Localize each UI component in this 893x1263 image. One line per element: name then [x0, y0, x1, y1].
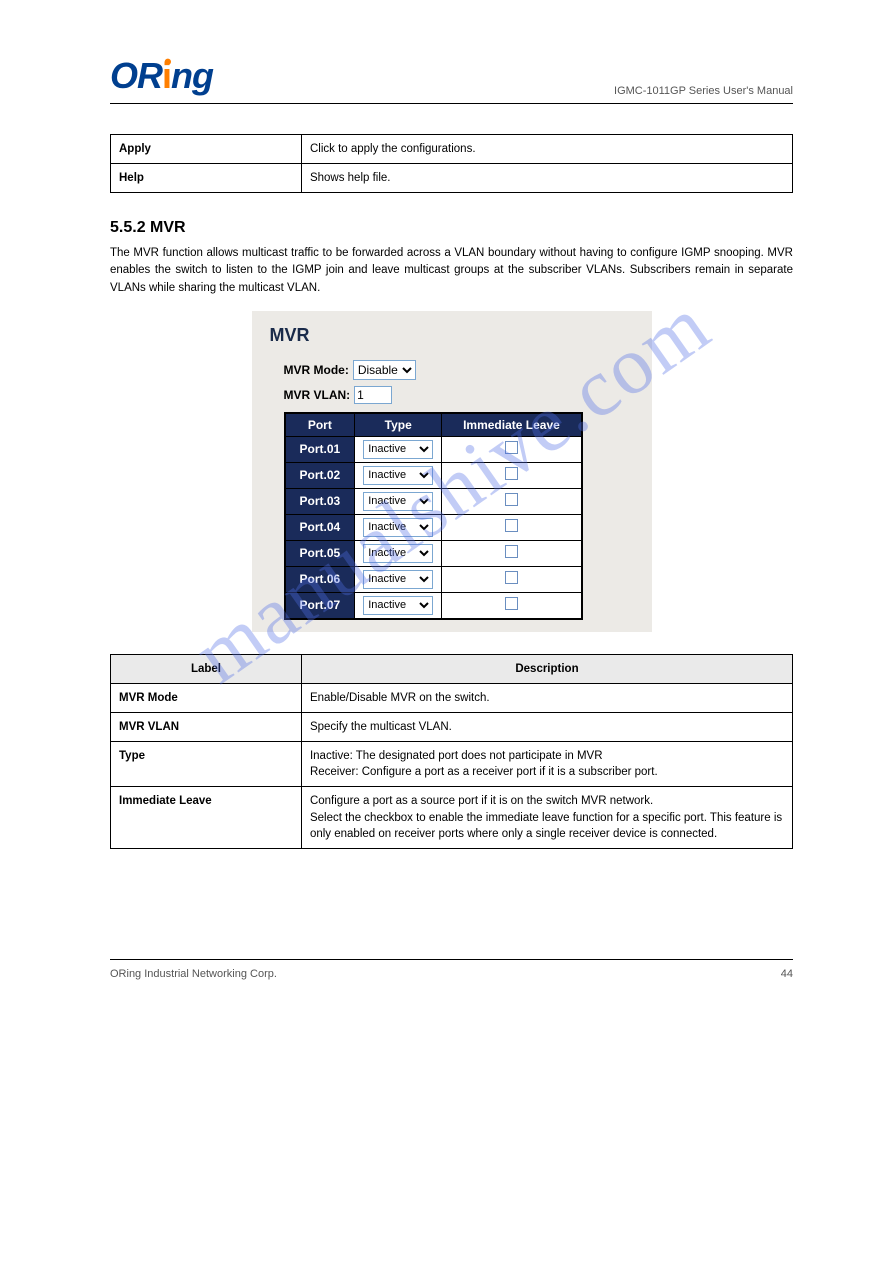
port-type-select[interactable]: Inactive [363, 440, 433, 459]
footer-left: ORing Industrial Networking Corp. [110, 968, 277, 980]
desc-cell: Configure a port as a source port if it … [301, 787, 792, 848]
port-name-cell: Port.02 [285, 462, 355, 488]
desc-cell: Inactive: The designated port does not p… [301, 742, 792, 787]
brand-logo: ORi•ng [110, 55, 213, 97]
immediate-leave-cell [442, 436, 582, 462]
mvr-mode-row: MVR Mode: Disable [284, 360, 634, 380]
immediate-leave-cell [442, 592, 582, 619]
immediate-leave-cell [442, 540, 582, 566]
type-cell: Inactive [355, 592, 442, 619]
label-cell: MVR Mode [111, 684, 302, 713]
logo-part: R [137, 55, 162, 96]
port-name-cell: Port.05 [285, 540, 355, 566]
mvr-description-table: Label Description MVR Mode Enable/Disabl… [110, 654, 793, 849]
label-cell: Help [111, 164, 302, 193]
type-cell: Inactive [355, 514, 442, 540]
port-name-cell: Port.06 [285, 566, 355, 592]
type-cell: Inactive [355, 540, 442, 566]
immediate-leave-checkbox[interactable] [505, 441, 518, 454]
doc-title: IGMC-1011GP Series User's Manual [614, 85, 793, 97]
table-row: MVR VLAN Specify the multicast VLAN. [111, 713, 793, 742]
immediate-leave-checkbox[interactable] [505, 519, 518, 532]
mvr-mode-label: MVR Mode: [284, 363, 349, 377]
immediate-leave-checkbox[interactable] [505, 571, 518, 584]
table-row: Apply Click to apply the configurations. [111, 135, 793, 164]
label-header: Label [111, 654, 302, 683]
mvr-port-row: Port.03 Inactive [285, 488, 582, 514]
label-cell: MVR VLAN [111, 713, 302, 742]
mvr-table-header-row: Port Type Immediate Leave [285, 413, 582, 437]
mvr-panel: MVR MVR Mode: Disable MVR VLAN: Port Typ… [252, 311, 652, 632]
desc-cell: Enable/Disable MVR on the switch. [301, 684, 792, 713]
table-row: MVR Mode Enable/Disable MVR on the switc… [111, 684, 793, 713]
table-header-row: Label Description [111, 654, 793, 683]
label-cell: Immediate Leave [111, 787, 302, 848]
mvr-vlan-label: MVR VLAN: [284, 388, 351, 402]
port-type-select[interactable]: Inactive [363, 596, 433, 615]
mvr-vlan-input[interactable] [354, 386, 392, 404]
label-cell: Type [111, 742, 302, 787]
logo-part: ng [171, 55, 213, 96]
mvr-port-table: Port Type Immediate Leave Port.01 Inactiv… [284, 412, 583, 620]
port-type-select[interactable]: Inactive [363, 492, 433, 511]
mvr-port-row: Port.02 Inactive [285, 462, 582, 488]
footer-page-number: 44 [781, 968, 793, 980]
immediate-leave-cell [442, 566, 582, 592]
apply-help-table: Apply Click to apply the configurations.… [110, 134, 793, 193]
port-name-cell: Port.03 [285, 488, 355, 514]
mvr-port-row: Port.01 Inactive [285, 436, 582, 462]
type-cell: Inactive [355, 488, 442, 514]
immediate-header: Immediate Leave [442, 413, 582, 437]
immediate-leave-cell [442, 462, 582, 488]
section-paragraph: The MVR function allows multicast traffi… [110, 245, 793, 297]
mvr-vlan-row: MVR VLAN: [284, 386, 634, 404]
immediate-leave-checkbox[interactable] [505, 467, 518, 480]
mvr-port-row: Port.05 Inactive [285, 540, 582, 566]
port-type-select[interactable]: Inactive [363, 570, 433, 589]
immediate-leave-cell [442, 488, 582, 514]
port-name-cell: Port.01 [285, 436, 355, 462]
port-type-select[interactable]: Inactive [363, 544, 433, 563]
desc-header: Description [301, 654, 792, 683]
port-name-cell: Port.04 [285, 514, 355, 540]
table-row: Type Inactive: The designated port does … [111, 742, 793, 787]
mvr-panel-title: MVR [270, 325, 634, 346]
desc-cell: Shows help file. [301, 164, 792, 193]
port-name-cell: Port.07 [285, 592, 355, 619]
port-type-select[interactable]: Inactive [363, 466, 433, 485]
mvr-port-row: Port.04 Inactive [285, 514, 582, 540]
section-heading: 5.5.2 MVR [110, 219, 793, 237]
table-row: Immediate Leave Configure a port as a so… [111, 787, 793, 848]
page-footer: ORing Industrial Networking Corp. 44 [110, 959, 793, 980]
label-cell: Apply [111, 135, 302, 164]
mvr-mode-select[interactable]: Disable [353, 360, 416, 380]
page-header: ORi•ng IGMC-1011GP Series User's Manual [110, 55, 793, 104]
immediate-leave-checkbox[interactable] [505, 597, 518, 610]
type-cell: Inactive [355, 566, 442, 592]
screenshot-container: manualshive.com MVR MVR Mode: Disable MV… [110, 311, 793, 632]
immediate-leave-checkbox[interactable] [505, 545, 518, 558]
table-row: Help Shows help file. [111, 164, 793, 193]
desc-cell: Specify the multicast VLAN. [301, 713, 792, 742]
mvr-port-row: Port.07 Inactive [285, 592, 582, 619]
immediate-leave-cell [442, 514, 582, 540]
type-header: Type [355, 413, 442, 437]
logo-accent: i• [162, 55, 171, 96]
type-cell: Inactive [355, 462, 442, 488]
logo-part: O [110, 55, 137, 96]
port-header: Port [285, 413, 355, 437]
type-cell: Inactive [355, 436, 442, 462]
immediate-leave-checkbox[interactable] [505, 493, 518, 506]
port-type-select[interactable]: Inactive [363, 518, 433, 537]
desc-cell: Click to apply the configurations. [301, 135, 792, 164]
mvr-port-row: Port.06 Inactive [285, 566, 582, 592]
